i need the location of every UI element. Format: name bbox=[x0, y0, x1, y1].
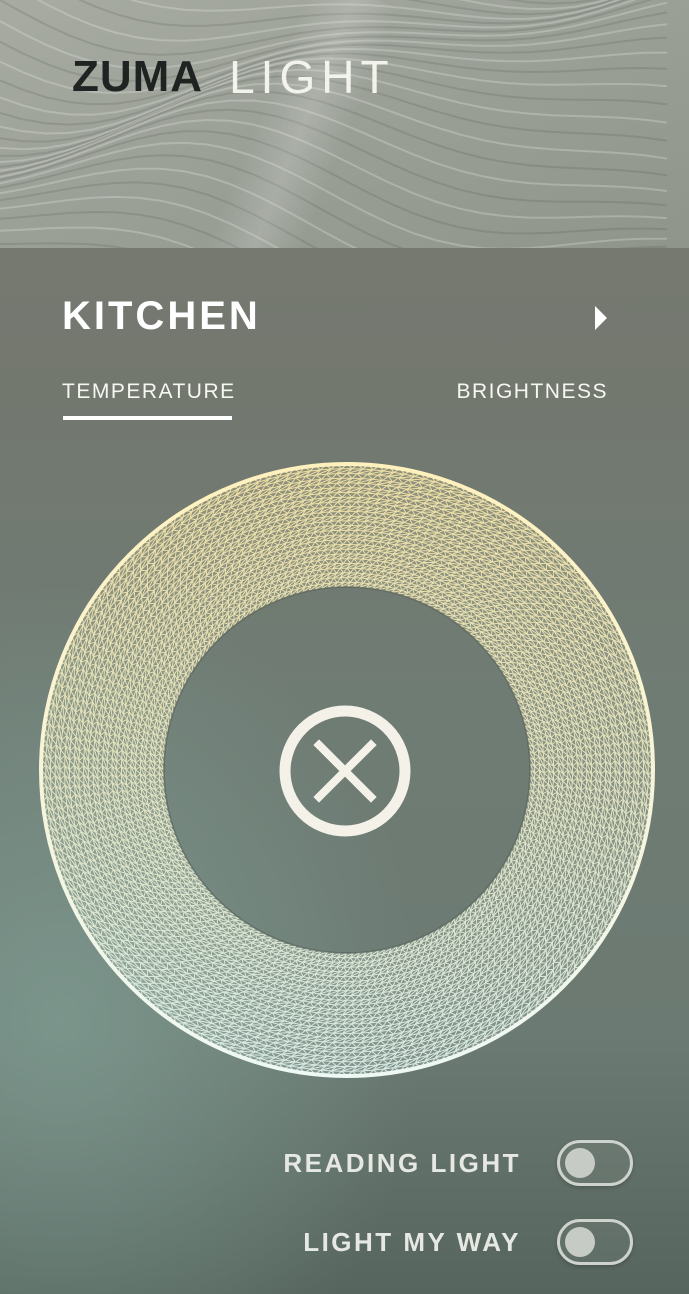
toggle-knob bbox=[565, 1148, 595, 1178]
tab-brightness[interactable]: BRIGHTNESS bbox=[456, 380, 608, 404]
tab-temperature[interactable]: TEMPERATURE bbox=[62, 380, 236, 404]
tab-selected-indicator bbox=[63, 416, 232, 420]
chevron-right-icon bbox=[595, 306, 607, 330]
light-my-way-toggle[interactable] bbox=[557, 1219, 633, 1265]
reading-light-row: READING LIGHT bbox=[0, 1138, 689, 1188]
app-screen: ZUMA LIGHT KITCHEN TEMPERATURE BRIGHTNES… bbox=[0, 0, 689, 1294]
toggle-knob bbox=[565, 1227, 595, 1257]
reading-light-toggle[interactable] bbox=[557, 1140, 633, 1186]
header-banner: ZUMA LIGHT bbox=[0, 0, 689, 248]
light-my-way-row: LIGHT MY WAY bbox=[0, 1217, 689, 1267]
room-next-button[interactable] bbox=[586, 302, 616, 334]
close-icon bbox=[279, 705, 411, 837]
brand-word: LIGHT bbox=[229, 51, 395, 103]
close-button[interactable] bbox=[278, 704, 412, 838]
brand-logo: ZUMA LIGHT bbox=[72, 51, 395, 103]
room-title[interactable]: KITCHEN bbox=[62, 294, 261, 339]
brand-mark: ZUMA bbox=[72, 52, 204, 101]
reading-light-label: READING LIGHT bbox=[283, 1148, 521, 1178]
light-my-way-label: LIGHT MY WAY bbox=[303, 1227, 521, 1257]
